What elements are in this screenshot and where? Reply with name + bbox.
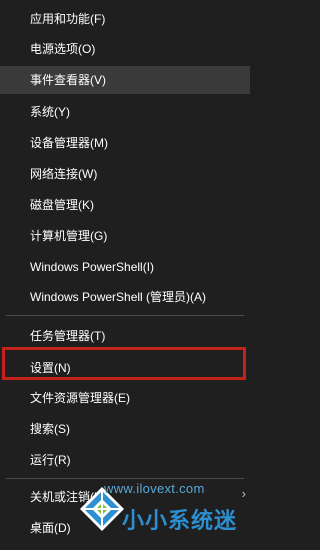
settings-highlight-box — [2, 347, 246, 380]
watermark-url: www.ilovext.com — [104, 481, 205, 496]
winx-context-menu: 应用和功能(F) 电源选项(O) 事件查看器(V) 系统(Y) 设备管理器(M)… — [0, 0, 250, 550]
menu-item-task-manager[interactable]: 任务管理器(T) — [0, 322, 250, 350]
menu-item-powershell[interactable]: Windows PowerShell(I) — [0, 253, 250, 281]
menu-item-network-connections[interactable]: 网络连接(W) — [0, 160, 250, 188]
menu-item-run[interactable]: 运行(R) — [0, 446, 250, 474]
menu-item-power-options[interactable]: 电源选项(O) — [0, 35, 250, 63]
menu-item-search[interactable]: 搜索(S) — [0, 415, 250, 443]
menu-divider — [6, 478, 244, 479]
watermark: www.ilovext.com 小小系统迷 — [72, 481, 248, 550]
menu-item-computer-management[interactable]: 计算机管理(G) — [0, 222, 250, 250]
menu-item-device-manager[interactable]: 设备管理器(M) — [0, 129, 250, 157]
menu-item-disk-management[interactable]: 磁盘管理(K) — [0, 191, 250, 219]
menu-divider — [6, 315, 244, 316]
menu-item-system[interactable]: 系统(Y) — [0, 98, 250, 126]
watermark-brand: 小小系统迷 — [122, 508, 238, 533]
menu-item-file-explorer[interactable]: 文件资源管理器(E) — [0, 384, 250, 412]
menu-item-apps-features[interactable]: 应用和功能(F) — [0, 5, 250, 33]
menu-item-event-viewer[interactable]: 事件查看器(V) — [0, 66, 250, 94]
menu-item-powershell-admin[interactable]: Windows PowerShell (管理员)(A) — [0, 283, 250, 311]
